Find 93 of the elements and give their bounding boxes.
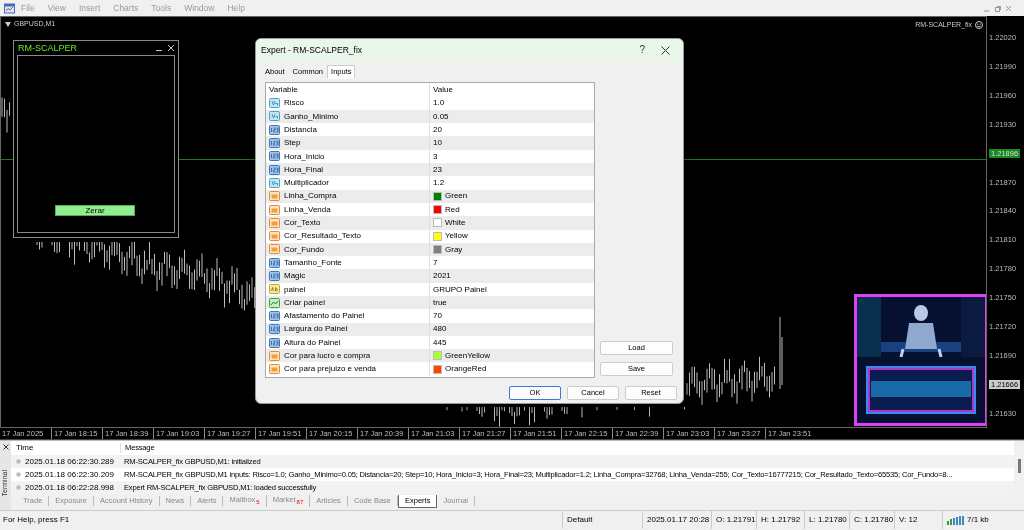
variable-name: Tamanho_Fonte xyxy=(284,257,342,268)
fraction-icon xyxy=(269,111,280,122)
dot-icon xyxy=(16,472,21,477)
variable-value[interactable]: Gray xyxy=(445,244,463,255)
variable-value[interactable]: 480 xyxy=(433,324,447,335)
variable-value[interactable]: 7 xyxy=(433,257,438,268)
variable-name: Cor_Texto xyxy=(284,218,321,228)
help-button[interactable]: ? xyxy=(631,45,653,55)
status-text: 2025.01.17 20:28 xyxy=(647,515,710,525)
variable-name: Linha_Compra xyxy=(284,191,337,202)
number-icon xyxy=(269,124,280,135)
fraction-icon xyxy=(269,98,280,109)
dot-icon xyxy=(16,485,21,490)
variable-name: Cor_Resultado_Texto xyxy=(284,231,361,241)
variable-value[interactable]: true xyxy=(433,297,447,308)
smiley-icon xyxy=(975,21,983,30)
dropdown-icon[interactable] xyxy=(5,21,11,27)
number-icon xyxy=(269,138,280,149)
variable-name: Risco xyxy=(284,98,304,108)
status-text: O: 1.21791 xyxy=(716,515,756,525)
graph-icon xyxy=(269,297,280,308)
variable-value[interactable]: GRUPO Painel xyxy=(433,284,487,295)
variable-name: Step xyxy=(284,138,301,148)
variable-value[interactable]: 23 xyxy=(433,164,442,175)
status-text: H: 1.21792 xyxy=(761,515,801,525)
variable-value[interactable]: 10 xyxy=(433,138,442,148)
close-icon[interactable] xyxy=(2,444,9,450)
variable-value[interactable]: 2021 xyxy=(433,271,451,281)
variable-name: Ganho_Minimo xyxy=(284,111,339,122)
dialog-title: Expert - RM-SCALPER_fix xyxy=(261,44,364,56)
variable-value[interactable]: 445 xyxy=(433,337,447,348)
variable-name: Hora_Final xyxy=(284,164,324,175)
variable-value[interactable]: 0.05 xyxy=(433,111,449,122)
variable-name: Magic xyxy=(284,271,306,281)
number-icon xyxy=(269,164,280,175)
variable-value[interactable]: White xyxy=(445,218,466,228)
variable-name: Cor para lucro e compra xyxy=(284,351,371,361)
close-icon[interactable] xyxy=(661,45,670,55)
variable-value[interactable]: 20 xyxy=(433,125,442,135)
number-icon xyxy=(269,257,280,268)
palette-icon xyxy=(269,364,280,375)
column-header: Time xyxy=(16,443,34,453)
palette-icon xyxy=(269,217,280,228)
palette-icon xyxy=(269,191,280,202)
status-text: 7/1 kb xyxy=(967,515,989,525)
variable-value[interactable]: 1.2 xyxy=(433,178,445,188)
palette-icon xyxy=(269,244,280,255)
log-time: 2025.01.18 06:22:30.289 xyxy=(25,456,114,467)
status-text: For Help, press F1 xyxy=(3,515,70,525)
log-time: 2025.01.18 06:22:30.209 xyxy=(25,469,114,480)
palette-icon xyxy=(269,231,280,242)
signal-bars-icon xyxy=(947,515,964,525)
number-icon xyxy=(269,337,280,348)
status-text: L: 1.21780 xyxy=(809,515,847,525)
variable-value[interactable]: GreenYellow xyxy=(445,351,491,361)
variable-value[interactable]: Green xyxy=(445,191,468,202)
variable-value[interactable]: 3 xyxy=(433,151,438,162)
column-header: Variable xyxy=(269,85,298,95)
variable-value[interactable]: Yellow xyxy=(445,231,468,241)
variable-name: Afastamento do Painel xyxy=(284,311,365,321)
variable-value[interactable]: Red xyxy=(445,204,460,215)
variable-name: painel xyxy=(284,284,306,295)
number-icon xyxy=(269,151,280,162)
variable-value[interactable]: 1.0 xyxy=(433,98,445,108)
clear-button[interactable]: Zerar xyxy=(55,205,135,216)
status-text: Default xyxy=(567,515,593,525)
variable-value[interactable]: OrangeRed xyxy=(445,364,487,374)
fraction-icon xyxy=(269,177,280,188)
variable-name: Altura do Painel xyxy=(284,337,341,348)
app-icon[interactable] xyxy=(4,2,15,14)
log-time: 2025.01.18 06:22:28.998 xyxy=(25,482,114,493)
variable-name: Multiplicador xyxy=(284,178,329,188)
variable-name: Criar painel xyxy=(284,297,325,308)
variable-name: Linha_Venda xyxy=(284,204,331,215)
variable-name: Cor para prejuizo e venda xyxy=(284,364,377,374)
palette-icon xyxy=(269,350,280,361)
variable-name: Distancia xyxy=(284,125,317,135)
number-icon xyxy=(269,271,280,282)
candles-drawing xyxy=(1,97,10,133)
variable-name: Cor_Fundo xyxy=(284,244,325,255)
dot-icon xyxy=(16,459,21,464)
status-text: C: 1.21780 xyxy=(854,515,894,525)
scrollbar-thumb[interactable] xyxy=(1017,459,1021,473)
variable-name: Largura do Painel xyxy=(284,324,348,335)
text-icon xyxy=(269,284,280,295)
variable-name: Hora_Inicio xyxy=(284,151,325,162)
number-icon xyxy=(269,324,280,335)
panel-title: RM-SCALPER xyxy=(18,42,78,54)
variable-value[interactable]: 70 xyxy=(433,311,442,321)
column-header: Value xyxy=(433,85,453,95)
status-text: V: 12 xyxy=(899,515,918,525)
number-icon xyxy=(269,310,280,321)
palette-icon xyxy=(269,204,280,215)
